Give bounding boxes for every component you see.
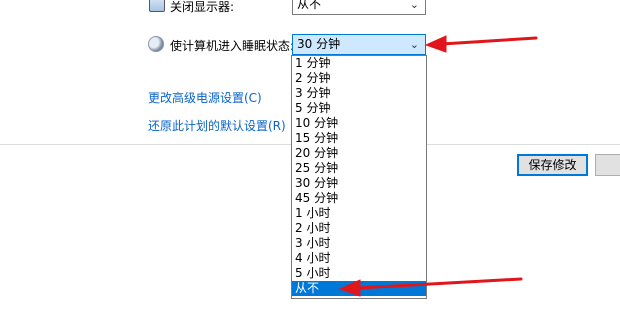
annotation-arrow-top bbox=[338, 35, 538, 297]
